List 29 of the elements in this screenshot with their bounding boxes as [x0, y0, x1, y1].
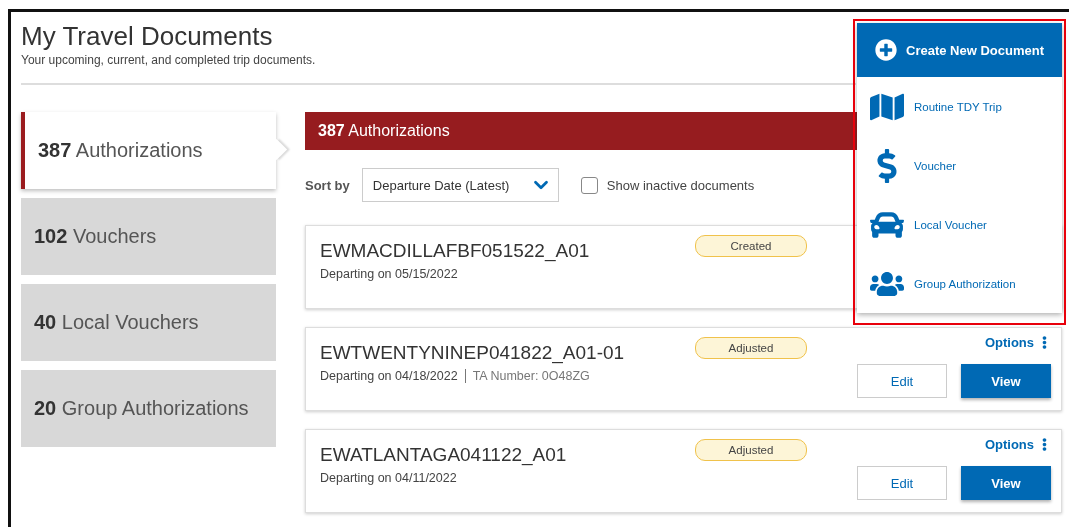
- menu-item[interactable]: Local Voucher: [857, 195, 1062, 254]
- document-name: EWMACDILLAFBF051522_A01: [320, 239, 591, 264]
- document-name: EWATLANTAGA041122_A01: [320, 443, 568, 468]
- departure-date: Departing on 05/15/2022: [320, 267, 458, 281]
- document-tab[interactable]: 40 Local Vouchers: [21, 284, 276, 361]
- document-tab[interactable]: 20 Group Authorizations: [21, 370, 276, 447]
- departure-date: Departing on 04/18/2022: [320, 369, 458, 383]
- page-subtitle: Your upcoming, current, and completed trip documents.: [21, 53, 317, 67]
- document-tab[interactable]: 387 Authorizations: [21, 112, 276, 189]
- sort-label: Sort by: [305, 177, 350, 193]
- page-title: My Travel Documents: [21, 20, 273, 52]
- edit-button[interactable]: Edit: [857, 364, 947, 398]
- departure-date: Departing on 04/11/2022: [320, 471, 457, 485]
- edit-button[interactable]: Edit: [857, 466, 947, 500]
- view-button[interactable]: View: [961, 364, 1051, 398]
- document-name: EWTWENTYNINEP041822_A01-01: [320, 341, 626, 366]
- sort-select[interactable]: Departure Date (Latest): [361, 168, 559, 202]
- create-document-button[interactable]: Create New Document: [857, 23, 1062, 77]
- checkbox-label: Show inactive documents: [606, 177, 755, 193]
- view-button[interactable]: View: [961, 466, 1051, 500]
- options-link[interactable]: Options: [984, 437, 1051, 452]
- document-tab[interactable]: 102 Vouchers: [21, 198, 276, 275]
- plus-icon: [875, 39, 897, 61]
- status-badge: Adjusted: [695, 337, 807, 359]
- ta-number: TA Number: 0O48ZG: [464, 369, 590, 383]
- options-link[interactable]: Options: [984, 335, 1051, 350]
- status-badge: Adjusted: [695, 439, 807, 461]
- menu-item[interactable]: Group Authorization: [857, 254, 1062, 313]
- status-badge: Created: [695, 235, 807, 257]
